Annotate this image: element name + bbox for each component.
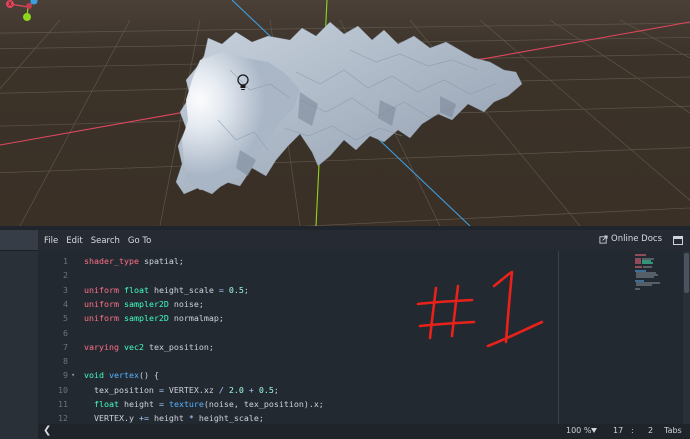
line-number: 12 <box>58 413 68 424</box>
line-number: 5 <box>63 313 68 324</box>
code-line[interactable]: 3 uniform float height_scale = 0.5; <box>38 283 638 297</box>
line-number: 8 <box>63 356 68 367</box>
line-number: 6 <box>63 327 68 338</box>
code-line[interactable]: 2 <box>38 268 638 282</box>
code-text: VERTEX.y += height * height_scale; <box>84 413 264 424</box>
script-list-panel[interactable] <box>0 230 38 439</box>
code-line[interactable]: 12 VERTEX.y += height * height_scale; <box>38 411 638 424</box>
line-number: 1 <box>63 256 68 266</box>
cursor-line: 17 <box>613 426 624 435</box>
line-number: 10 <box>58 384 68 395</box>
code-editor[interactable]: 1 shader_type spatial; 2 3 uniform float hei… <box>38 251 690 424</box>
cursor-separator: : <box>631 426 634 435</box>
code-line[interactable]: 1 shader_type spatial; <box>38 254 638 268</box>
menu-search[interactable]: Search <box>87 236 124 246</box>
layout-toggle-icon[interactable] <box>673 236 683 245</box>
code-text: uniform float height_scale = 0.5; <box>84 284 249 295</box>
code-line[interactable]: 6 <box>38 326 638 340</box>
chevron-down-icon[interactable] <box>591 428 597 433</box>
code-line[interactable]: 11 float height = texture(noise, tex_pos… <box>38 397 638 411</box>
online-docs-label: Online Docs <box>611 234 662 244</box>
indent-mode[interactable]: Tabs <box>664 426 682 435</box>
vertical-scrollbar[interactable] <box>683 251 690 424</box>
code-text: float height = texture(noise, tex_positi… <box>94 399 324 409</box>
cursor-column: 2 <box>648 426 654 435</box>
script-list-header <box>0 230 38 251</box>
menu-edit[interactable]: Edit <box>62 236 86 246</box>
code-text: shader_type spatial; <box>84 256 184 266</box>
line-number: 7 <box>63 341 68 352</box>
editor-status-bar: ❮ 100 % 17 : 2 Tabs <box>38 424 690 439</box>
line-number: 9 <box>63 370 68 381</box>
line-number: 3 <box>63 284 68 295</box>
external-link-icon <box>599 234 608 244</box>
menu-file[interactable]: File <box>40 236 62 246</box>
code-line[interactable]: 5 uniform sampler2D normalmap; <box>38 311 638 325</box>
zoom-level: 100 % <box>566 426 592 435</box>
code-text: void vertex() { <box>84 370 159 381</box>
code-line[interactable]: 8 <box>38 354 638 368</box>
code-text: tex_position = VERTEX.xz / 2.0 + 0.5; <box>84 384 279 395</box>
line-number: 4 <box>63 298 68 309</box>
code-minimap[interactable] <box>634 253 674 303</box>
script-editor-menu-bar: File Edit Search Go To Online Docs <box>38 230 690 251</box>
code-text: uniform sampler2D normalmap; <box>84 313 224 324</box>
3d-viewport[interactable]: X <box>0 0 690 226</box>
code-line[interactable]: 10 tex_position = VERTEX.xz / 2.0 + 0.5; <box>38 383 638 397</box>
orientation-gizmo-icon[interactable]: X <box>0 0 42 24</box>
line-length-guide <box>558 251 559 424</box>
fold-arrow-icon[interactable]: ▾ <box>71 368 75 382</box>
code-line[interactable]: 4 uniform sampler2D noise; <box>38 297 638 311</box>
online-docs-button[interactable]: Online Docs <box>599 234 662 244</box>
code-line[interactable]: 9 ▾ void vertex() { <box>38 368 638 382</box>
menu-go-to[interactable]: Go To <box>124 236 155 246</box>
scrollbar-thumb[interactable] <box>684 253 689 293</box>
code-text: uniform sampler2D noise; <box>84 298 204 309</box>
code-text: varying vec2 tex_position; <box>84 341 214 352</box>
line-number: 2 <box>63 270 68 281</box>
viewport-scene <box>0 0 690 226</box>
code-line[interactable]: 7 varying vec2 tex_position; <box>38 340 638 354</box>
toggle-scripts-panel-icon[interactable]: ❮ <box>43 425 51 436</box>
svg-text:X: X <box>8 1 12 8</box>
line-number: 11 <box>58 399 68 409</box>
